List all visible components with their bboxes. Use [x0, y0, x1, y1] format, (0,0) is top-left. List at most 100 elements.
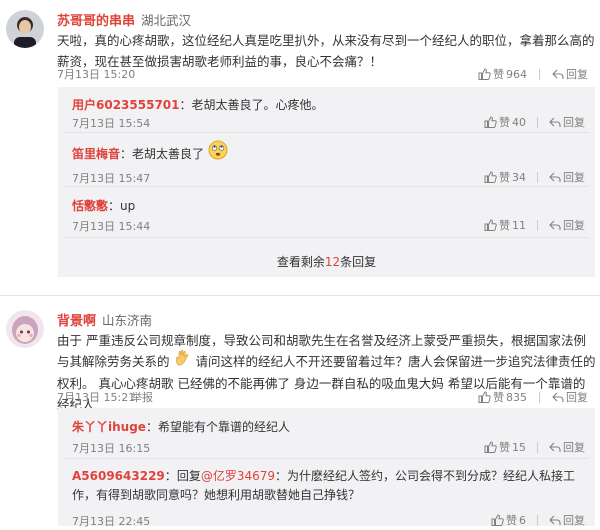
like-label: 赞 [493, 391, 504, 404]
divider [0, 295, 600, 296]
thumbs-up-icon [478, 391, 491, 403]
reply-label: 回复 [563, 514, 585, 527]
comment-actions: 赞 835 回复 [478, 389, 588, 405]
thumbs-up-icon [484, 116, 497, 128]
reply-button[interactable]: 回复 [549, 439, 585, 455]
like-label: 赞 [499, 441, 510, 454]
comment-time: 7月13日 15:20 [57, 68, 136, 81]
like-button[interactable]: 赞 964 [478, 66, 527, 82]
comment-item: 苏哥哥的串串 湖北武汉 天啦，真的心疼胡歌，这位经纪人真是吃里扒外，从来没有尽到… [0, 0, 600, 285]
reply-username[interactable]: 恬懯懯 [72, 199, 108, 213]
reply-separator: ： [179, 98, 192, 112]
reply-mention-link[interactable]: @亿罗34679 [201, 469, 275, 483]
like-count: 6 [519, 513, 526, 527]
reply-time: 7月13日 16:15 [72, 442, 151, 455]
divider [537, 219, 538, 231]
like-label: 赞 [499, 116, 510, 129]
reply-time: 7月13日 22:45 [72, 515, 151, 528]
reply-arrow-icon [552, 69, 564, 80]
like-count: 11 [512, 218, 526, 232]
username[interactable]: 背景啊 [57, 310, 96, 329]
like-count: 34 [512, 170, 526, 184]
reply-username[interactable]: 朱丫丫ihuge [72, 420, 146, 434]
like-button[interactable]: 赞 835 [478, 389, 527, 405]
comment-item: 背景啊 山东济南 由于 严重违反公司规章制度，导致公司和胡歌先生在名誉及经济上蒙… [0, 300, 600, 530]
divider [539, 391, 540, 403]
thumbs-up-icon [491, 514, 504, 526]
avatar[interactable] [6, 10, 44, 48]
report-link[interactable]: 举报 [131, 389, 153, 405]
reply-actions: 赞 40 回复 [484, 114, 585, 130]
reply-button[interactable]: 回复 [549, 217, 585, 233]
divider [537, 116, 538, 128]
reply-button[interactable]: 回复 [552, 389, 588, 405]
reply-text: 老胡太善良了 [132, 147, 205, 161]
reply-label: 回复 [566, 68, 588, 81]
reply-prefix: 回复 [176, 469, 201, 483]
like-button[interactable]: 赞6 [491, 512, 526, 528]
more-suffix: 条回复 [340, 255, 377, 269]
reply-actions: 赞 15 回复 [484, 439, 585, 455]
reply-button[interactable]: 回复 [552, 66, 588, 82]
divider [539, 68, 540, 80]
reply-button[interactable]: 回复 [549, 114, 585, 130]
username[interactable]: 苏哥哥的串串 [57, 10, 135, 29]
like-count: 40 [512, 115, 526, 129]
like-label: 赞 [506, 514, 517, 527]
eye-roll-emoji-icon [208, 140, 228, 163]
reply-line: 笛里梅音：老胡太善良了 [72, 140, 228, 163]
comment-actions: 赞 964 回复 [478, 66, 588, 82]
reply-line: 用户6023555701：老胡太善良了。心疼他。 [72, 96, 324, 113]
view-more-replies-link[interactable]: 查看剩余12条回复 [58, 253, 595, 270]
reply-arrow-icon [549, 172, 561, 183]
reply-item: 朱丫丫ihuge：希望能有个靠谱的经纪人 7月13日 16:15 赞 15 回复 [58, 408, 595, 455]
like-label: 赞 [499, 219, 510, 232]
more-prefix: 查看剩余 [276, 255, 325, 269]
like-label: 赞 [493, 68, 504, 81]
reply-separator: ： [145, 420, 158, 434]
reply-username[interactable]: A5609643229 [72, 469, 165, 483]
reply-list: 朱丫丫ihuge：希望能有个靠谱的经纪人 7月13日 16:15 赞 15 回复 … [58, 408, 595, 528]
avatar[interactable] [6, 310, 44, 348]
divider [537, 441, 538, 453]
reply-username[interactable]: 用户6023555701 [72, 98, 180, 112]
reply-actions: 赞 11 回复 [484, 217, 585, 233]
waving-hand-emoji-icon [174, 349, 192, 373]
reply-arrow-icon [549, 117, 561, 128]
reply-arrow-icon [549, 220, 561, 231]
reply-time: 7月13日 15:44 [72, 220, 151, 233]
reply-item: 恬懯懯：up 7月13日 15:44 赞 11 回复 [58, 187, 595, 237]
reply-label: 回复 [563, 219, 585, 232]
like-count: 15 [512, 440, 526, 454]
reply-label: 回复 [563, 441, 585, 454]
reply-label: 回复 [566, 391, 588, 404]
thumbs-up-icon [478, 68, 491, 80]
reply-line: 恬懯懯：up [72, 197, 135, 214]
reply-item: 用户6023555701：老胡太善良了。心疼他。 7月13日 15:54 赞 40… [58, 87, 595, 132]
like-label: 赞 [499, 171, 510, 184]
reply-item: 笛里梅音：老胡太善良了 7月13日 15:47 赞 34 回复 [58, 133, 595, 186]
reply-separator: ： [108, 199, 121, 213]
reply-line: 朱丫丫ihuge：希望能有个靠谱的经纪人 [72, 418, 290, 435]
reply-separator: ： [164, 469, 177, 483]
location: 湖北武汉 [141, 13, 192, 28]
reply-actions: 赞6 回复 [491, 512, 585, 528]
reply-username[interactable]: 笛里梅音 [72, 147, 120, 161]
like-button[interactable]: 赞 40 [484, 114, 526, 130]
like-button[interactable]: 赞 11 [484, 217, 526, 233]
reply-separator: ： [120, 147, 133, 161]
divider [537, 514, 538, 526]
divider [537, 171, 538, 183]
reply-label: 回复 [563, 171, 585, 184]
reply-button[interactable]: 回复 [549, 512, 585, 528]
reply-button[interactable]: 回复 [549, 169, 585, 185]
reply-time: 7月13日 15:47 [72, 172, 151, 185]
divider [64, 237, 589, 238]
reply-arrow-icon [549, 442, 561, 453]
like-button[interactable]: 赞 15 [484, 439, 526, 455]
reply-text: 希望能有个靠谱的经纪人 [157, 420, 290, 434]
location: 山东济南 [102, 313, 153, 328]
like-button[interactable]: 赞 34 [484, 169, 526, 185]
reply-time: 7月13日 15:54 [72, 117, 151, 130]
reply-text: up [120, 199, 136, 213]
